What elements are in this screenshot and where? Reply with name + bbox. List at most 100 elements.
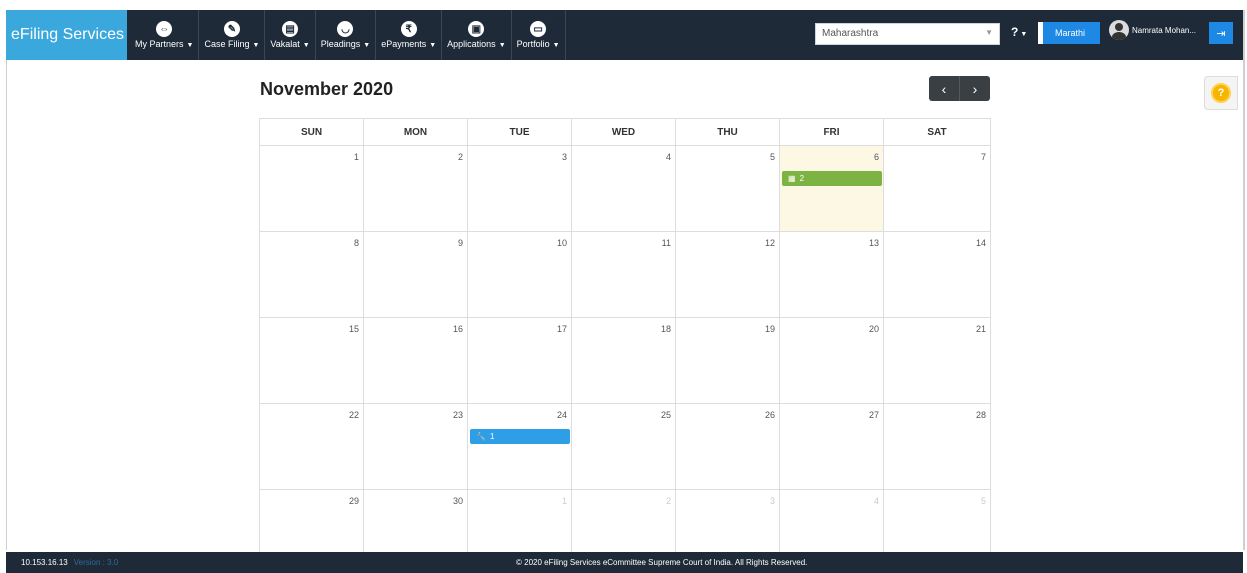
day-number: 2 xyxy=(457,152,463,162)
document-icon: ▤ xyxy=(282,21,299,37)
day-cell[interactable]: 30 xyxy=(364,490,468,553)
day-cell[interactable]: 9 xyxy=(364,232,468,318)
day-cell[interactable]: 1 xyxy=(468,490,572,553)
next-month-button[interactable]: › xyxy=(960,81,990,97)
day-number: 4 xyxy=(873,496,879,506)
menu-label-text: Vakalat xyxy=(270,39,300,49)
day-cell[interactable]: 18 xyxy=(572,318,676,404)
menu-label: Case Filing ▼ xyxy=(204,39,259,49)
day-cell[interactable]: 16 xyxy=(364,318,468,404)
day-cell[interactable]: 12 xyxy=(676,232,780,318)
right-scroll-edge xyxy=(1243,10,1245,550)
day-cell[interactable]: 17 xyxy=(468,318,572,404)
weekday-thu: THU xyxy=(676,119,780,146)
day-cell[interactable]: 19 xyxy=(676,318,780,404)
menu-label: Portfolio ▼ xyxy=(517,39,560,49)
menu-label-text: ePayments xyxy=(381,39,427,49)
menu-label-text: Pleadings xyxy=(320,39,361,49)
day-cell[interactable]: 29 xyxy=(260,490,364,553)
floating-help-button[interactable]: ? xyxy=(1204,76,1238,110)
day-number: 20 xyxy=(868,324,879,334)
menu-case-filing[interactable]: ✎ Case Filing ▼ xyxy=(199,10,266,60)
day-cell[interactable]: 14 xyxy=(884,232,991,318)
weekday-fri: FRI xyxy=(780,119,884,146)
day-number: 14 xyxy=(975,238,986,248)
day-cell[interactable]: 10 xyxy=(468,232,572,318)
day-cell[interactable]: 4 xyxy=(780,490,884,553)
menu-epayments[interactable]: ₹ ePayments ▼ xyxy=(376,10,443,60)
weekday-wed: WED xyxy=(572,119,676,146)
day-number: 3 xyxy=(561,152,567,162)
day-cell[interactable]: 6 ▦ 2 xyxy=(780,146,884,232)
menu-my-partners[interactable]: ⇔ My Partners ▼ xyxy=(130,10,200,60)
day-cell[interactable]: 11 xyxy=(572,232,676,318)
day-number: 23 xyxy=(452,410,463,420)
caret-down-icon: ▼ xyxy=(252,42,260,49)
calendar-event[interactable]: ▦ 2 xyxy=(782,171,882,186)
caret-down-icon: ▼ xyxy=(363,42,371,49)
day-cell[interactable]: 4 xyxy=(572,146,676,232)
month-nav: ‹ › xyxy=(929,76,990,101)
menu-label: ePayments ▼ xyxy=(381,39,436,49)
left-border xyxy=(6,60,7,550)
question-icon: ? xyxy=(1211,83,1231,103)
day-cell[interactable]: 24 🔧 1 xyxy=(468,404,572,490)
day-cell[interactable]: 8 xyxy=(260,232,364,318)
caret-down-icon: ▼ xyxy=(186,42,194,49)
day-cell[interactable]: 5 xyxy=(676,146,780,232)
day-number: 28 xyxy=(975,410,986,420)
rupee-icon: ₹ xyxy=(400,21,417,37)
day-number: 12 xyxy=(764,238,775,248)
day-number: 8 xyxy=(353,238,359,248)
day-number: 30 xyxy=(452,496,463,506)
avatar xyxy=(1109,20,1129,40)
menu-portfolio[interactable]: ▭ Portfolio ▼ xyxy=(512,10,566,60)
state-select[interactable]: Maharashtra ▼ xyxy=(815,23,1000,45)
day-number: 15 xyxy=(348,324,359,334)
day-number: 4 xyxy=(665,152,671,162)
day-number: 24 xyxy=(556,410,567,420)
help-menu[interactable]: ? ▼ xyxy=(1011,25,1027,39)
day-cell[interactable]: 2 xyxy=(572,490,676,553)
menu-applications[interactable]: ▣ Applications ▼ xyxy=(442,10,512,60)
week-row: 29 30 1 2 3 4 5 xyxy=(260,490,991,553)
menu-label: Vakalat ▼ xyxy=(270,39,309,49)
day-cell[interactable]: 13 xyxy=(780,232,884,318)
day-number: 29 xyxy=(348,496,359,506)
day-number: 25 xyxy=(660,410,671,420)
day-cell[interactable]: 28 xyxy=(884,404,991,490)
menu-pleadings[interactable]: ◡ Pleadings ▼ xyxy=(316,10,377,60)
caret-down-icon: ▼ xyxy=(429,42,437,49)
user-menu[interactable]: Namrata Mohan... xyxy=(1109,20,1196,40)
day-cell[interactable]: 21 xyxy=(884,318,991,404)
prev-month-button[interactable]: ‹ xyxy=(929,81,959,97)
weekday-sat: SAT xyxy=(884,119,991,146)
brand-logo[interactable]: eFiling Services xyxy=(6,10,127,60)
day-cell[interactable]: 27 xyxy=(780,404,884,490)
day-cell[interactable]: 3 xyxy=(676,490,780,553)
day-number: 18 xyxy=(660,324,671,334)
calendar-event[interactable]: 🔧 1 xyxy=(470,429,570,444)
footer-version[interactable]: Version : 3.0 xyxy=(74,558,118,567)
week-row: 15 16 17 18 19 20 21 xyxy=(260,318,991,404)
caret-down-icon: ▼ xyxy=(498,42,506,49)
language-button[interactable]: Marathi xyxy=(1038,22,1100,44)
day-cell[interactable]: 3 xyxy=(468,146,572,232)
day-cell[interactable]: 23 xyxy=(364,404,468,490)
menu-label: Applications ▼ xyxy=(447,39,505,49)
day-cell[interactable]: 7 xyxy=(884,146,991,232)
day-cell[interactable]: 20 xyxy=(780,318,884,404)
day-cell[interactable]: 1 xyxy=(260,146,364,232)
day-cell[interactable]: 5 xyxy=(884,490,991,553)
day-cell[interactable]: 22 xyxy=(260,404,364,490)
day-cell[interactable]: 15 xyxy=(260,318,364,404)
logout-button[interactable]: ⇥ xyxy=(1209,22,1233,44)
cup-icon: ◡ xyxy=(337,21,354,37)
menu-vakalat[interactable]: ▤ Vakalat ▼ xyxy=(265,10,316,60)
user-name: Namrata Mohan... xyxy=(1132,25,1197,35)
day-cell[interactable]: 2 xyxy=(364,146,468,232)
day-cell[interactable]: 26 xyxy=(676,404,780,490)
day-number: 1 xyxy=(561,496,567,506)
day-cell[interactable]: 25 xyxy=(572,404,676,490)
caret-down-icon: ▼ xyxy=(302,42,310,49)
